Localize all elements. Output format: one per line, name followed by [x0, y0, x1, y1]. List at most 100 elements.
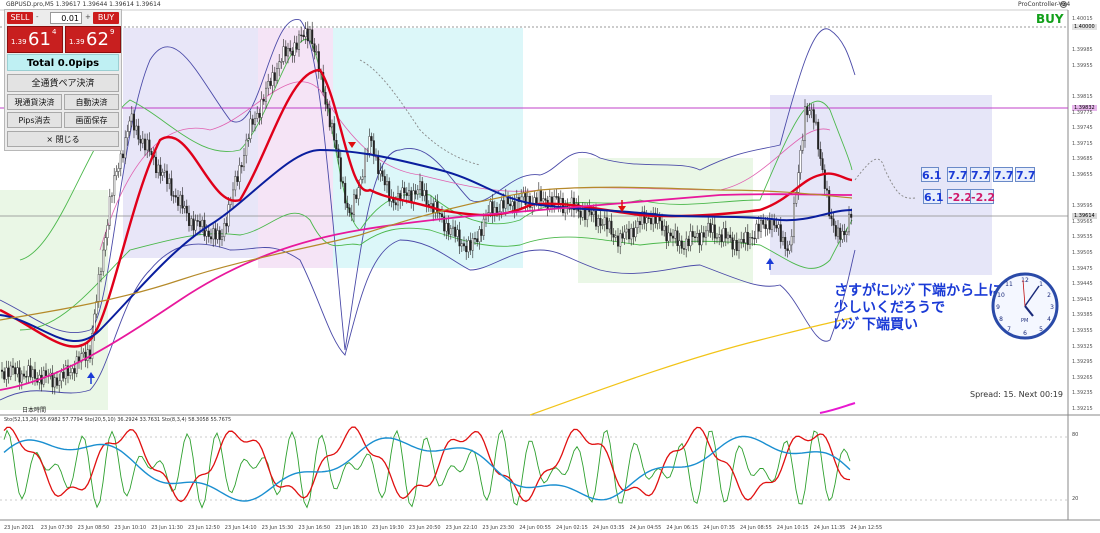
candle-body: [623, 231, 626, 239]
close-current-button[interactable]: 現通貨決済: [7, 94, 62, 110]
candle-body: [606, 217, 609, 230]
candle-body: [20, 373, 23, 383]
candle-body: [278, 61, 281, 69]
candle-body: [762, 220, 765, 225]
candle-body: [713, 224, 716, 239]
time-label: 23 Jun 2021: [4, 525, 35, 531]
candle-body: [1, 369, 4, 372]
candle-body: [284, 46, 287, 57]
candle-body: [234, 176, 237, 191]
candle-body: [23, 373, 26, 377]
candle-body: [370, 136, 373, 141]
price-label: 1.39685: [1072, 156, 1093, 163]
svg-text:10: 10: [997, 292, 1005, 299]
candle-body: [467, 240, 470, 253]
candle-body: [733, 240, 736, 250]
candle-body: [205, 230, 208, 237]
price-label: 1.39535: [1072, 234, 1093, 241]
candle-body: [502, 200, 505, 209]
candle-body: [463, 243, 466, 247]
lot-plus[interactable]: +: [85, 13, 91, 21]
candle-body: [174, 195, 177, 198]
price-label: 1.40015: [1072, 16, 1093, 22]
candle-body: [727, 234, 730, 239]
candle-body: [115, 171, 118, 176]
candle-body: [364, 153, 367, 178]
candle-body: [581, 209, 584, 218]
candle-body: [56, 377, 59, 386]
candle-body: [95, 301, 98, 315]
candle-body: [269, 81, 272, 86]
candle-body: [82, 351, 85, 354]
candle-body: [540, 189, 543, 202]
svg-text:11: 11: [1005, 281, 1013, 288]
candle-body: [304, 28, 307, 38]
close-all-pairs-button[interactable]: 全通貨ペア決済: [7, 74, 119, 92]
buy-button[interactable]: BUY: [93, 12, 119, 24]
candle-body: [416, 189, 419, 195]
lot-input[interactable]: 0.01: [50, 12, 82, 24]
candle-body: [709, 222, 712, 233]
candle-body: [368, 136, 371, 154]
sell-button[interactable]: SELL: [7, 12, 33, 24]
close-panel-button[interactable]: × 閉じる: [7, 131, 119, 147]
pip-tag: 6.1: [923, 189, 944, 204]
candle-body: [249, 118, 252, 139]
auto-close-button[interactable]: 自動決済: [64, 94, 119, 110]
candle-body: [185, 205, 188, 214]
time-label: 23 Jun 16:50: [298, 525, 331, 531]
candle-body: [500, 200, 503, 212]
price-label: 1.39215: [1072, 406, 1093, 412]
candle-body: [751, 237, 754, 239]
candle-body: [625, 228, 628, 233]
candle-body: [458, 229, 461, 247]
candle-body: [746, 231, 749, 245]
candle-body: [815, 121, 818, 124]
candle-body: [614, 235, 617, 238]
pips-clear-button[interactable]: Pips消去: [7, 112, 62, 128]
candle-body: [812, 109, 815, 123]
candle-body: [775, 225, 778, 229]
candle-body: [251, 118, 254, 125]
jp-time-label: 日本時間: [22, 407, 47, 414]
candle-body: [669, 232, 672, 237]
one-click-panel: SELL - 0.01 + BUY 1.39 61 4 1.39 62 9 To…: [4, 9, 122, 151]
candle-body: [799, 150, 802, 173]
candle-body: [595, 210, 598, 227]
candle-body: [771, 219, 774, 230]
time-label: 23 Jun 08:50: [77, 525, 110, 531]
chart-canvas[interactable]: [0, 0, 1100, 533]
buy-price[interactable]: 1.39 62 9: [65, 26, 121, 53]
candle-body: [201, 219, 204, 227]
settings-icon[interactable]: ⚙: [1060, 1, 1067, 8]
candle-body: [143, 138, 146, 151]
pip-tag: 7.7: [970, 167, 991, 182]
candle-body: [53, 377, 56, 388]
candle-body: [504, 195, 507, 209]
candle-body: [744, 231, 747, 243]
price-label: 1.40000: [1072, 24, 1097, 30]
candle-body: [689, 231, 692, 247]
candle-body: [16, 367, 19, 375]
candle-body: [333, 123, 336, 141]
candle-body: [141, 138, 144, 144]
candle-body: [414, 190, 417, 195]
candle-body: [309, 29, 312, 42]
lot-minus[interactable]: -: [36, 13, 39, 21]
candle-body: [27, 365, 30, 377]
candle-body: [176, 196, 179, 206]
price-label: 1.39445: [1072, 281, 1093, 288]
save-screen-button[interactable]: 画面保存: [64, 112, 119, 128]
candle-body: [379, 170, 382, 175]
candle-body: [786, 248, 789, 251]
price-label: 1.39235: [1072, 390, 1093, 397]
candle-body: [760, 220, 763, 232]
time-label: 23 Jun 12:50: [188, 525, 220, 531]
clock-label: PM: [1021, 318, 1029, 324]
svg-text:2: 2: [1047, 292, 1051, 299]
sell-price[interactable]: 1.39 61 4: [7, 26, 63, 53]
candle-body: [344, 182, 347, 204]
price-label: 1.39815: [1072, 94, 1093, 100]
candle-body: [702, 232, 705, 238]
time-label: 24 Jun 03:35: [592, 525, 625, 531]
